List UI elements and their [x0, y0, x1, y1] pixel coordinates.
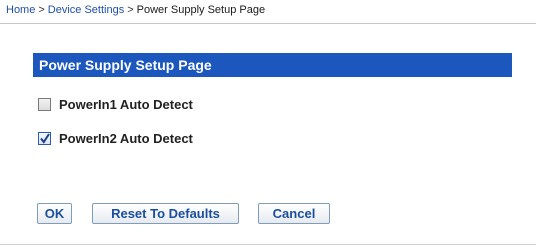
powerin1-auto-detect-option[interactable]: PowerIn1 Auto Detect — [38, 97, 193, 112]
breadcrumb-device-settings-link[interactable]: Device Settings — [48, 4, 124, 16]
breadcrumb-separator: > — [127, 4, 134, 16]
breadcrumb-separator: > — [38, 4, 45, 16]
bottom-divider — [0, 244, 536, 245]
reset-to-defaults-button[interactable]: Reset To Defaults — [92, 203, 239, 224]
powerin1-auto-detect-checkbox[interactable] — [38, 98, 51, 111]
top-divider — [0, 23, 536, 24]
powerin2-auto-detect-option[interactable]: PowerIn2 Auto Detect — [38, 131, 193, 146]
checkmark-icon — [40, 133, 50, 144]
breadcrumb: Home > Device Settings > Power Supply Setup … — [6, 4, 265, 16]
cancel-button[interactable]: Cancel — [258, 203, 330, 224]
ok-button[interactable]: OK — [37, 203, 72, 224]
powerin1-auto-detect-label: PowerIn1 Auto Detect — [59, 97, 193, 112]
breadcrumb-current: Power Supply Setup Page — [136, 4, 266, 16]
breadcrumb-home-link[interactable]: Home — [6, 4, 35, 16]
powerin2-auto-detect-label: PowerIn2 Auto Detect — [59, 131, 193, 146]
powerin2-auto-detect-checkbox[interactable] — [38, 132, 51, 145]
page-title: Power Supply Setup Page — [33, 53, 512, 77]
